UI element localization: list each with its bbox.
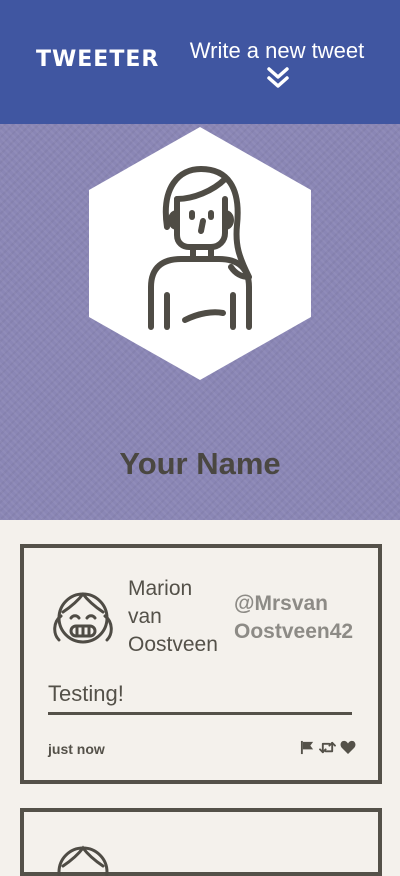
tweet-content: Testing! xyxy=(48,681,124,706)
girl-avatar-icon xyxy=(53,592,113,644)
profile-avatar xyxy=(89,127,311,380)
double-chevron-down-icon[interactable] xyxy=(266,67,290,89)
tweet-card: Marion van Oostveen @Mrsvan Oostveen42 T… xyxy=(20,544,382,784)
tweet-actions xyxy=(300,740,356,755)
tweet-timestamp: just now xyxy=(48,741,105,757)
tweet-card xyxy=(20,808,382,876)
tweet-divider xyxy=(48,712,352,715)
top-nav: TWEETER Write a new tweet xyxy=(0,0,400,124)
brand-logo[interactable]: TWEETER xyxy=(36,47,159,72)
profile-name: Your Name xyxy=(119,446,281,481)
flag-icon[interactable] xyxy=(300,740,315,755)
retweet-icon[interactable] xyxy=(319,740,336,755)
girl-avatar-icon xyxy=(57,845,109,876)
write-new-tweet-button[interactable]: Write a new tweet xyxy=(182,38,372,64)
tweet-author-handle: @Mrsvan Oostveen42 xyxy=(234,592,354,643)
tweet-author-name: Marion van Oostveen xyxy=(128,577,218,656)
heart-icon[interactable] xyxy=(340,740,356,755)
